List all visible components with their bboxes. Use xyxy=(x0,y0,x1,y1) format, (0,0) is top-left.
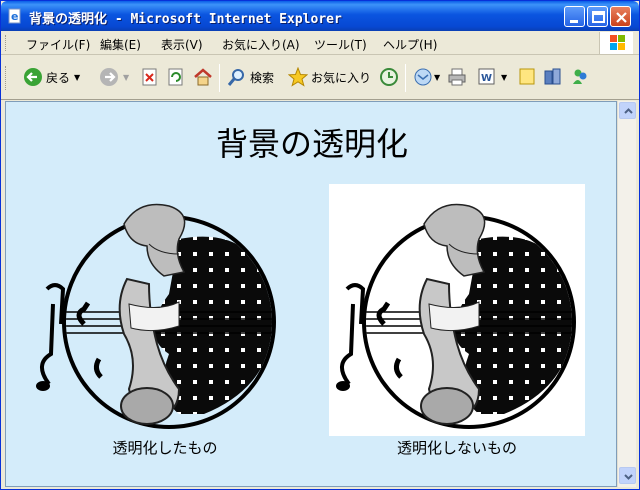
saxophonist-illustration xyxy=(336,203,576,429)
back-label: 戻る xyxy=(46,70,71,85)
standard-toolbar: 戻る ▼ ▼ 検索 お気に入り ▼ W ▼ xyxy=(1,56,639,100)
home-button[interactable] xyxy=(193,65,213,89)
discuss-button[interactable] xyxy=(517,65,537,89)
chevron-down-icon[interactable]: ▼ xyxy=(74,73,80,82)
saxophone-image-transparent xyxy=(29,184,285,436)
minimize-button[interactable] xyxy=(564,6,585,27)
favorites-button[interactable]: お気に入り xyxy=(288,65,371,89)
search-label: 検索 xyxy=(250,70,275,85)
messenger-button[interactable] xyxy=(570,65,590,89)
ie-icon: e xyxy=(8,8,21,24)
svg-text:W: W xyxy=(481,73,492,84)
search-icon xyxy=(227,69,244,86)
chevron-down-icon[interactable]: ▼ xyxy=(123,73,129,82)
saxophonist-illustration xyxy=(36,203,276,429)
menu-file[interactable]: ファイル(F) xyxy=(26,36,90,53)
close-button[interactable] xyxy=(610,6,631,27)
discuss-icon xyxy=(519,68,535,85)
favorites-star-icon xyxy=(288,67,308,87)
favorites-label: お気に入り xyxy=(311,70,372,85)
menu-help[interactable]: ヘルプ(H) xyxy=(383,36,437,53)
forward-button[interactable]: ▼ xyxy=(99,65,129,89)
menu-view[interactable]: 表示(V) xyxy=(161,36,203,53)
back-button[interactable]: 戻る ▼ xyxy=(23,65,80,89)
caption-transparent: 透明化したもの xyxy=(112,439,218,457)
refresh-button[interactable] xyxy=(167,65,185,89)
caption-opaque: 透明化しないもの xyxy=(396,439,517,457)
windows-logo xyxy=(599,32,633,54)
close-icon xyxy=(616,12,627,23)
toolbar-separator xyxy=(219,64,220,92)
page-content[interactable]: 背景の透明化 透明化したもの 透明化しないもの xyxy=(5,101,617,487)
toolbar-grip[interactable] xyxy=(5,66,8,90)
menu-bar: ファイル(F) 編集(E) 表示(V) お気に入り(A) ツール(T) ヘルプ(… xyxy=(1,31,639,55)
toolbar-separator xyxy=(405,64,406,92)
messenger-icon xyxy=(573,69,587,84)
menu-tools[interactable]: ツール(T) xyxy=(314,36,367,53)
refresh-icon xyxy=(168,68,183,86)
menu-edit[interactable]: 編集(E) xyxy=(100,36,141,53)
chevron-down-icon[interactable]: ▼ xyxy=(501,73,507,82)
title-bar[interactable]: e 背景の透明化 - Microsoft Internet Explorer xyxy=(1,1,639,31)
scroll-down-button[interactable] xyxy=(619,467,636,484)
windows-logo-icon xyxy=(610,35,625,50)
history-icon xyxy=(380,68,398,86)
saxophone-image-opaque xyxy=(329,184,585,436)
research-icon xyxy=(544,68,561,85)
menu-grip[interactable] xyxy=(5,35,8,51)
stop-button[interactable] xyxy=(141,65,159,89)
page-title: 背景の透明化 xyxy=(215,125,408,163)
search-button[interactable]: 検索 xyxy=(227,65,274,89)
maximize-button[interactable] xyxy=(587,6,608,27)
home-icon xyxy=(194,68,212,86)
window-title: 背景の透明化 - Microsoft Internet Explorer xyxy=(29,12,342,27)
forward-arrow-icon xyxy=(100,68,118,86)
svg-text:e: e xyxy=(11,10,18,23)
chevron-down-icon[interactable]: ▼ xyxy=(434,73,440,82)
mail-icon xyxy=(414,68,432,86)
scroll-up-button[interactable] xyxy=(619,102,636,119)
edit-button[interactable]: W ▼ xyxy=(477,65,507,89)
back-arrow-icon xyxy=(24,68,42,86)
browser-window: e 背景の透明化 - Microsoft Internet Explorer フ… xyxy=(0,0,640,490)
edit-icon: W xyxy=(478,68,495,85)
chevron-up-icon xyxy=(624,108,633,114)
menu-favorites[interactable]: お気に入り(A) xyxy=(222,36,300,53)
research-button[interactable] xyxy=(543,65,563,89)
stop-icon xyxy=(142,68,157,86)
mail-button[interactable]: ▼ xyxy=(413,65,440,89)
print-button[interactable] xyxy=(447,65,467,89)
minimize-icon xyxy=(570,20,578,23)
history-button[interactable] xyxy=(379,65,399,89)
chevron-down-icon xyxy=(624,474,633,480)
print-icon xyxy=(448,68,466,86)
vertical-scrollbar[interactable] xyxy=(617,101,636,487)
maximize-icon xyxy=(592,11,605,23)
